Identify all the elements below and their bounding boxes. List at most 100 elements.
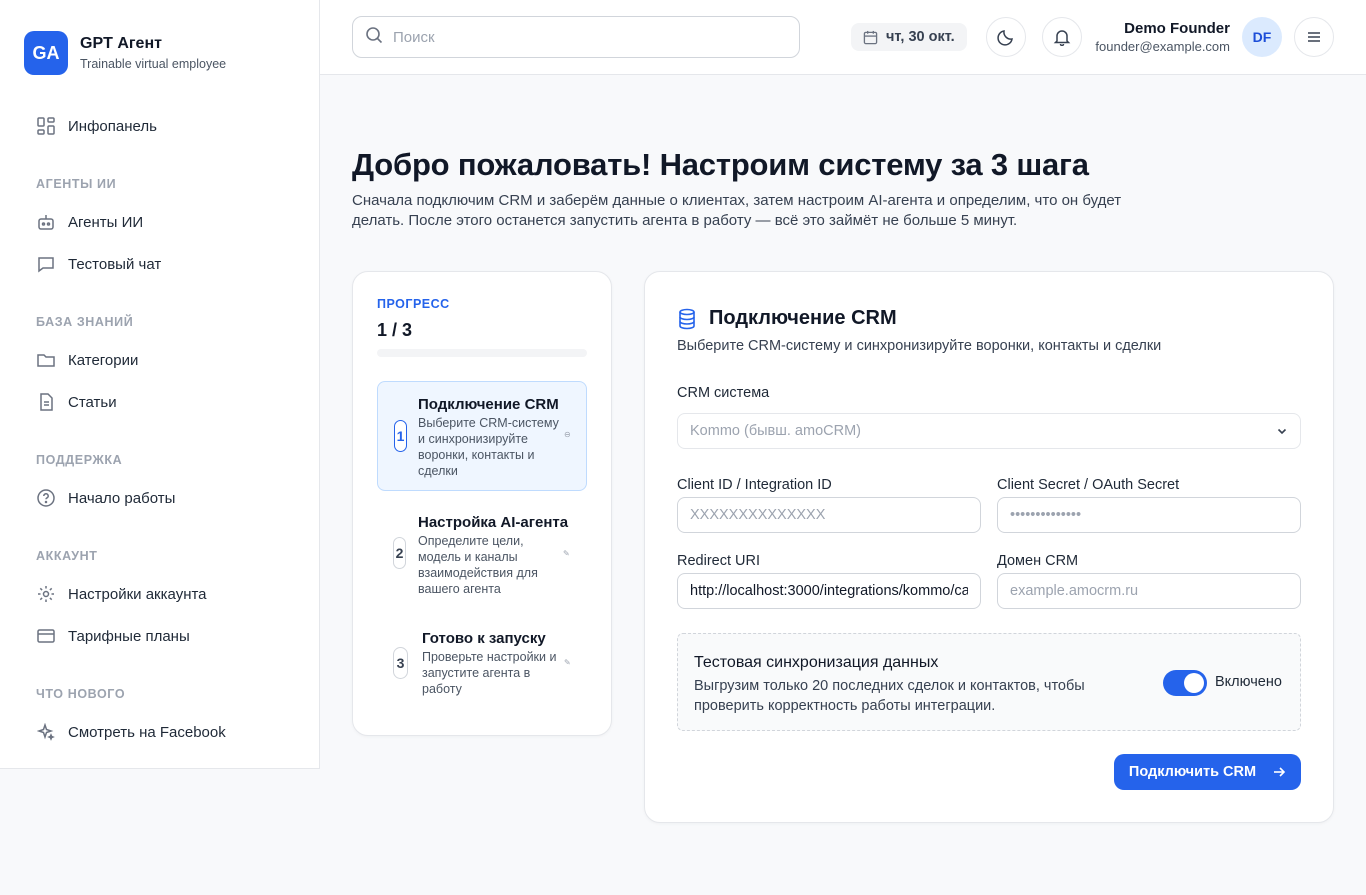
crm-card: Подключение CRM Выберите CRM-систему и с… <box>644 271 1334 823</box>
calendar-icon <box>863 30 878 45</box>
progress-bar <box>377 349 587 357</box>
sidebar-item-dashboard[interactable]: Инфопанель <box>36 114 157 138</box>
step-number: 3 <box>393 647 408 679</box>
folder-icon <box>36 350 56 370</box>
client-secret-input[interactable] <box>997 497 1301 533</box>
page-description: Сначала подключим CRM и заберём данные о… <box>352 192 1122 229</box>
search-input[interactable] <box>393 28 773 46</box>
sidebar-item-label: Смотреть на Facebook <box>68 723 226 741</box>
hamburger-icon <box>1306 29 1322 45</box>
sidebar-item-getting-started[interactable]: Начало работы <box>36 486 175 510</box>
sidebar-item-label: Тестовый чат <box>68 255 162 273</box>
bell-icon <box>1053 28 1071 46</box>
connect-crm-label: Подключить CRM <box>1128 764 1257 780</box>
crm-system-value: Kommo (бывш. amoCRM) <box>690 423 861 439</box>
crm-system-label: CRM система <box>677 385 770 401</box>
redirect-uri-input[interactable] <box>677 573 981 609</box>
crm-subtitle: Выберите CRM-систему и синхронизируйте в… <box>677 338 1162 354</box>
menu-button[interactable] <box>1294 17 1334 57</box>
sidebar-item-facebook[interactable]: Смотреть на Facebook <box>36 720 226 744</box>
section-heading: АККАУНТ <box>36 549 98 563</box>
arrow-right-icon <box>1272 765 1286 779</box>
user-info[interactable]: Demo Founder founder@example.com <box>1095 20 1230 55</box>
search-icon <box>365 26 383 49</box>
crm-domain-input[interactable] <box>997 573 1301 609</box>
dashboard-icon <box>36 116 56 136</box>
test-sync-state-label: Включено <box>1215 674 1282 690</box>
help-icon <box>36 488 56 508</box>
gear-icon <box>36 584 56 604</box>
user-email: founder@example.com <box>1095 39 1230 54</box>
step-description: Проверьте настройки и запустите агента в… <box>422 650 557 696</box>
sidebar-item-label: Настройки аккаунта <box>68 585 207 603</box>
progress-count: 1 / 3 <box>377 320 413 340</box>
theme-toggle-button[interactable] <box>986 17 1026 57</box>
avatar[interactable]: DF <box>1242 17 1282 57</box>
step-number: 1 <box>394 420 407 452</box>
sidebar-item-account-settings[interactable]: Настройки аккаунта <box>36 582 207 606</box>
step-title: Готово к запуску <box>422 630 546 647</box>
date-chip[interactable]: чт, 30 окт. <box>851 23 967 51</box>
database-icon <box>677 308 697 330</box>
sidebar-item-categories[interactable]: Категории <box>36 348 138 372</box>
section-heading: АГЕНТЫ ИИ <box>36 177 117 191</box>
client-id-input[interactable] <box>677 497 981 533</box>
crm-system-select[interactable]: Kommo (бывш. amoCRM) <box>677 413 1301 449</box>
progress-card: ПРОГРЕСС 1 / 3 1 Подключение CRM Выберит… <box>352 271 612 736</box>
sidebar-item-label: Категории <box>68 351 139 369</box>
client-id-label: Client ID / Integration ID <box>677 477 832 493</box>
sidebar: GA GPT Агент Trainable virtual employee … <box>0 0 320 769</box>
test-sync-title: Тестовая синхронизация данных <box>694 654 939 671</box>
chat-icon <box>36 254 56 274</box>
brand-logo: GA <box>24 31 68 75</box>
sidebar-item-articles[interactable]: Статьи <box>36 390 117 414</box>
page-title: Добро пожаловать! Настроим систему за 3 … <box>352 147 1089 182</box>
moon-icon <box>997 28 1015 46</box>
step-title: Настройка AI-агента <box>418 514 569 531</box>
step-item-crm[interactable]: 1 Подключение CRM Выберите CRM-систему и… <box>377 381 587 491</box>
test-sync-toggle[interactable] <box>1163 670 1207 696</box>
date-text: чт, 30 окт. <box>886 29 955 45</box>
step-item-launch[interactable]: 3 Готово к запуску Проверьте настройки и… <box>377 621 587 707</box>
sidebar-item-plans[interactable]: Тарифные планы <box>36 624 190 648</box>
connect-crm-button[interactable]: Подключить CRM <box>1114 754 1301 790</box>
test-sync-description: Выгрузим только 20 последних сделок и ко… <box>694 678 1085 714</box>
crm-domain-label: Домен CRM <box>997 553 1079 569</box>
section-heading: БАЗА ЗНАНИЙ <box>36 315 134 329</box>
toggle-knob <box>1184 673 1204 693</box>
client-secret-label: Client Secret / OAuth Secret <box>997 477 1180 493</box>
redirect-uri-label: Redirect URI <box>677 553 760 569</box>
card-icon <box>36 626 56 646</box>
step-item-agent[interactable]: 2 Настройка AI-агента Определите цели, м… <box>377 501 587 611</box>
sidebar-item-label: Агенты ИИ <box>68 213 144 231</box>
chevron-down-icon <box>1276 425 1288 437</box>
step-description: Определите цели, модель и каналы взаимод… <box>418 534 538 596</box>
progress-label: ПРОГРЕСС <box>377 297 450 311</box>
step-title: Подключение CRM <box>418 396 559 413</box>
user-name: Demo Founder <box>1124 20 1230 37</box>
brand-title: GPT Агент <box>80 35 162 52</box>
brand[interactable]: GA GPT Агент Trainable virtual employee <box>24 31 226 75</box>
notifications-button[interactable] <box>1042 17 1082 57</box>
document-icon <box>36 392 56 412</box>
step-status-icon: ✎ <box>563 549 570 558</box>
sidebar-item-label: Статьи <box>68 393 117 411</box>
step-number: 2 <box>393 537 406 569</box>
test-sync-panel: Тестовая синхронизация данных Выгрузим т… <box>677 633 1301 731</box>
crm-title: Подключение CRM <box>709 307 897 329</box>
sparkle-icon <box>36 722 56 742</box>
search-box[interactable] <box>352 16 800 58</box>
sidebar-item-label: Тарифные планы <box>68 627 190 645</box>
section-heading: ПОДДЕРЖКА <box>36 453 123 467</box>
sidebar-item-label: Инфопанель <box>68 117 157 135</box>
step-description: Выберите CRM-систему и синхронизируйте в… <box>418 416 559 478</box>
step-status-icon: ✎ <box>564 658 571 667</box>
topbar: чт, 30 окт. Demo Founder founder@example… <box>320 0 1366 75</box>
sidebar-item-agents[interactable]: Агенты ИИ <box>36 210 143 234</box>
brand-subtitle: Trainable virtual employee <box>80 57 227 71</box>
bot-icon <box>36 212 56 232</box>
sidebar-item-label: Начало работы <box>68 489 176 507</box>
section-heading: ЧТО НОВОГО <box>36 687 126 701</box>
step-status-icon: ⊖ <box>564 430 571 439</box>
sidebar-item-test-chat[interactable]: Тестовый чат <box>36 252 161 276</box>
